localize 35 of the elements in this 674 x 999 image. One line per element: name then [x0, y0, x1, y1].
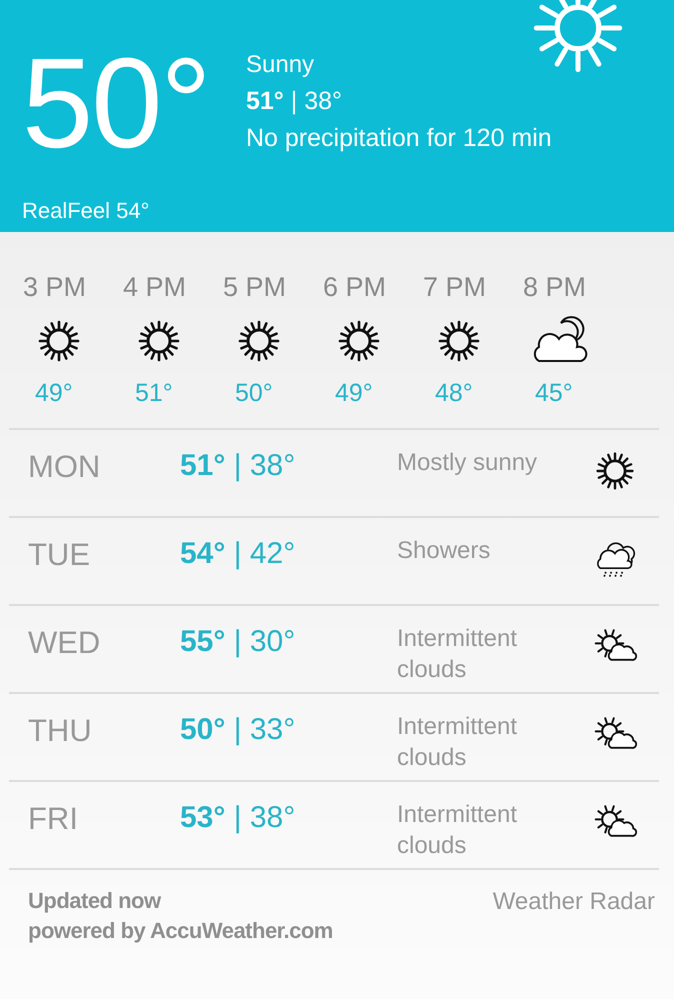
current-condition: Sunny: [246, 51, 316, 79]
high-low-temperature: 51° | 38°: [180, 449, 296, 483]
high-low-temperature: 51° | 38°: [246, 87, 344, 116]
hour-temperature: 45°: [535, 379, 573, 408]
day-condition: Mostly sunny: [397, 448, 538, 478]
high-low-temperature: 55° | 30°: [180, 625, 296, 659]
day-name: TUE: [28, 537, 91, 573]
hour-temperature: 49°: [335, 379, 373, 408]
hour-label: 5 PM: [223, 272, 286, 303]
precipitation-text: No precipitation for 120 min: [246, 124, 552, 153]
high-low-temperature: 50° | 33°: [180, 713, 296, 747]
updated-text: Updated now: [28, 888, 162, 914]
powered-by-text: powered by AccuWeather.com: [28, 918, 333, 944]
hour-temperature: 48°: [435, 379, 473, 408]
day-name: WED: [28, 625, 102, 661]
hour-label: 3 PM: [23, 272, 86, 303]
realfeel-temperature: RealFeel 54°: [22, 198, 150, 224]
hour-label: 8 PM: [523, 272, 586, 303]
day-condition: Intermittent clouds: [397, 800, 518, 861]
hour-label: 7 PM: [423, 272, 486, 303]
high-low-temperature: 53° | 38°: [180, 801, 296, 835]
weather-radar-link[interactable]: Weather Radar: [492, 888, 655, 916]
hour-temperature: 51°: [135, 379, 173, 408]
hour-temperature: 49°: [35, 379, 73, 408]
day-name: FRI: [28, 801, 79, 837]
current-temperature: 50°: [22, 40, 211, 168]
high-low-temperature: 54° | 42°: [180, 537, 296, 571]
day-name: MON: [28, 449, 102, 485]
hour-label: 4 PM: [123, 272, 186, 303]
hour-label: 6 PM: [323, 272, 386, 303]
day-name: THU: [28, 713, 93, 749]
day-condition: Intermittent clouds: [397, 712, 518, 773]
hour-temperature: 50°: [235, 379, 273, 408]
day-condition: Showers: [397, 536, 492, 566]
day-condition: Intermittent clouds: [397, 624, 518, 685]
